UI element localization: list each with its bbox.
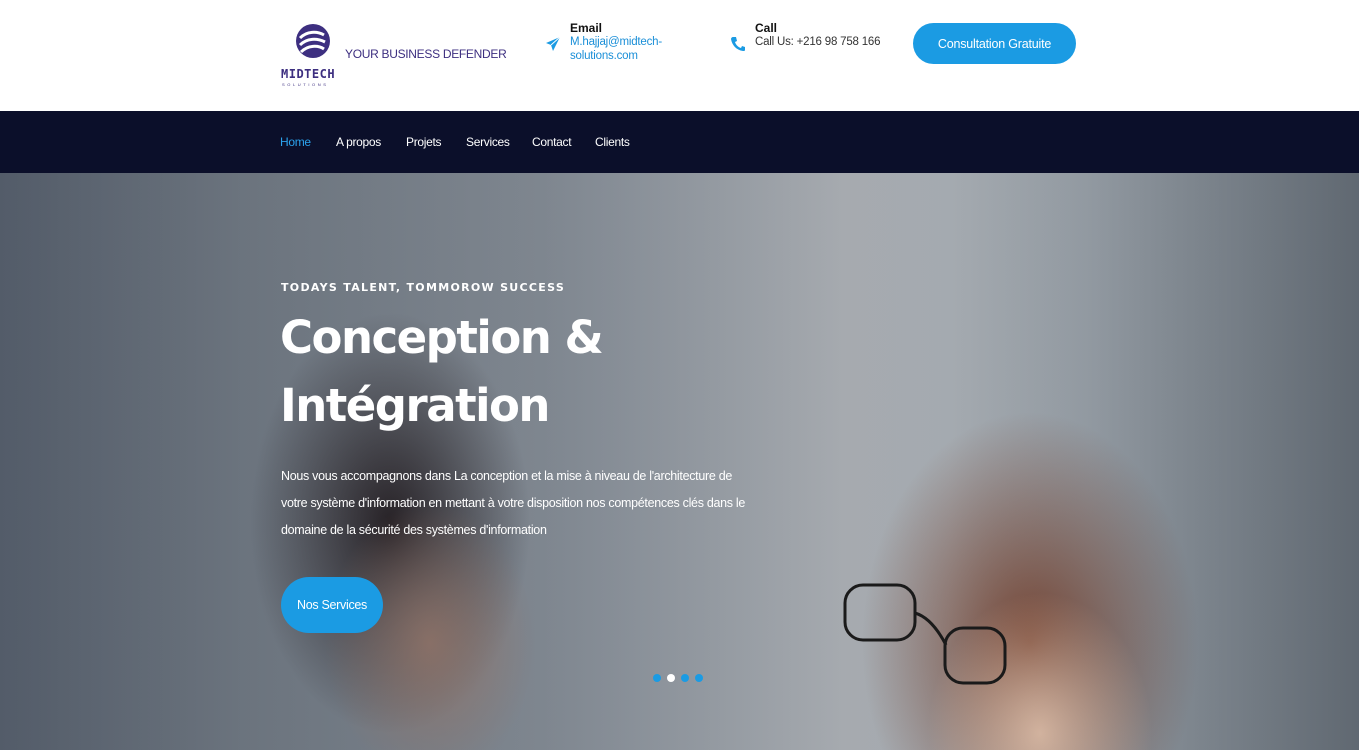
midtech-logo[interactable]: MIDTECH SOLUTIONS	[281, 21, 346, 88]
hero-slider: TODAYS TALENT, TOMMOROW SUCCESS Concepti…	[0, 173, 1359, 750]
phone-icon	[731, 37, 745, 51]
slider-pagination	[653, 672, 705, 684]
top-header: MIDTECH SOLUTIONS YOUR BUSINESS DEFENDER…	[0, 0, 1359, 111]
logo-subtitle: SOLUTIONS	[282, 82, 329, 87]
hero-background-photo	[0, 173, 1359, 750]
free-consultation-button[interactable]: Consultation Gratuite	[913, 23, 1076, 64]
hero-description: Nous vous accompagnons dans La conceptio…	[281, 469, 746, 537]
hero-title: Conception & Intégration	[280, 304, 700, 440]
nav-home[interactable]: Home	[280, 135, 311, 149]
slide-dot-3[interactable]	[681, 674, 689, 682]
main-navbar: Home A propos Projets Services Contact C…	[0, 111, 1359, 173]
our-services-button[interactable]: Nos Services	[281, 577, 383, 633]
paper-plane-icon	[546, 36, 561, 51]
call-title: Call	[755, 21, 778, 35]
logo-mark-icon	[296, 24, 330, 58]
email-title: Email	[570, 21, 603, 35]
nav-clients[interactable]: Clients	[595, 135, 630, 149]
hero-kicker: TODAYS TALENT, TOMMOROW SUCCESS	[281, 281, 566, 294]
slide-dot-2[interactable]	[667, 674, 675, 682]
slide-dot-1[interactable]	[653, 674, 661, 682]
hero-title-line-2: Intégration	[280, 379, 550, 432]
nav-projets[interactable]: Projets	[406, 135, 442, 149]
logo-wordmark: MIDTECH	[281, 67, 336, 81]
nav-services[interactable]: Services	[466, 135, 510, 149]
phone-number[interactable]: Call Us: +216 98 758 166	[755, 35, 881, 49]
email-link[interactable]: M.hajjaj@midtech-solutions.com	[570, 35, 680, 63]
glasses-illustration	[843, 583, 1007, 685]
brand-tagline: YOUR BUSINESS DEFENDER	[345, 47, 507, 61]
hero-title-line-1: Conception &	[280, 311, 604, 364]
nav-contact[interactable]: Contact	[532, 135, 572, 149]
slide-dot-4[interactable]	[695, 674, 703, 682]
nav-a-propos[interactable]: A propos	[336, 135, 381, 149]
